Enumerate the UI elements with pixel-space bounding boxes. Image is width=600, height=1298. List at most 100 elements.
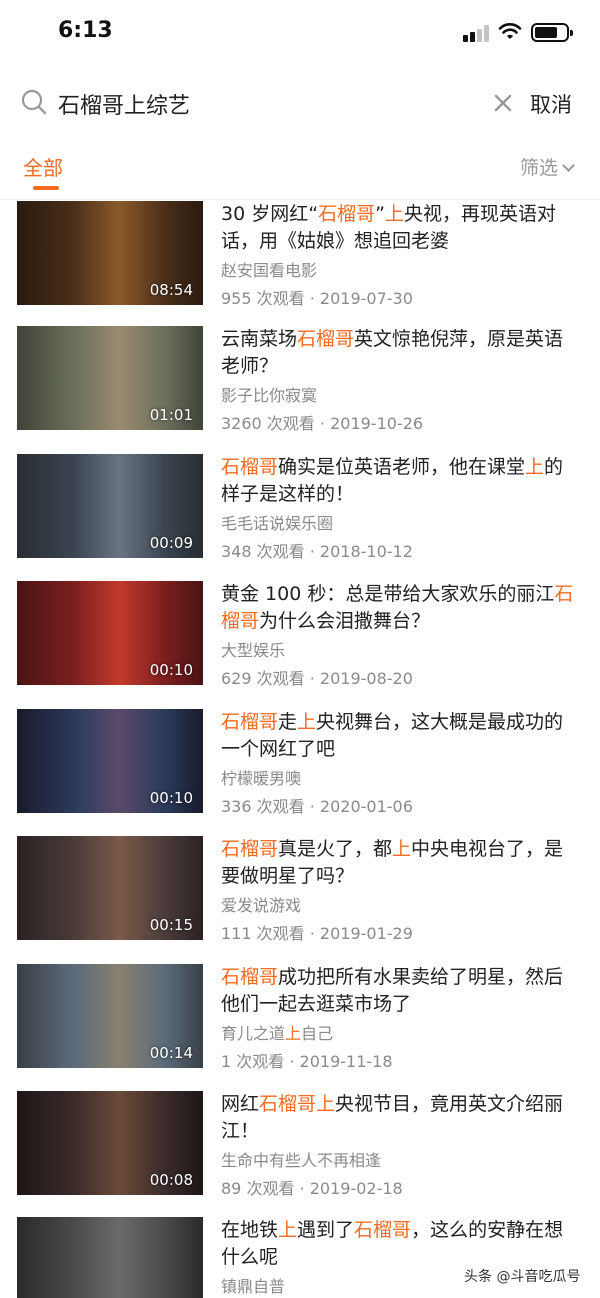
search-input[interactable]	[58, 86, 478, 122]
meta-separator: ·	[284, 1052, 300, 1071]
filter-button[interactable]: 筛选	[520, 153, 575, 180]
plain-text: 为什么会泪撒舞台？	[259, 610, 431, 632]
view-count: 3260 次观看	[221, 414, 315, 433]
status-bar: 6:13	[0, 0, 600, 64]
video-thumbnail[interactable]: 00:08	[17, 1091, 203, 1195]
view-count: 955 次观看	[221, 289, 305, 308]
highlight-text: 上	[525, 456, 545, 478]
video-author[interactable]: 爱发说游戏	[221, 892, 301, 916]
video-thumbnail[interactable]: 00:14	[17, 964, 203, 1068]
highlight-text: 石榴哥	[221, 456, 279, 478]
watermark: 头条 @斗音吃瓜号	[460, 1266, 585, 1286]
video-meta: 955 次观看 · 2019-07-30	[221, 285, 413, 309]
highlight-text: 上	[384, 203, 404, 225]
video-author[interactable]: 毛毛话说娱乐圈	[221, 510, 333, 534]
plain-text: 黄金 100 秒：总是带给大家欢乐的丽江	[221, 583, 555, 605]
video-title[interactable]: 石榴哥走上央视舞台，这大概是最成功的一个网红了吧	[221, 709, 581, 763]
result-item[interactable]: 00:14 石榴哥成功把所有水果卖给了明星，然后他们一起去逛菜市场了 育儿之道上自己…	[0, 964, 600, 1092]
video-title[interactable]: 云南菜场石榴哥英文惊艳倪萍，原是英语老师？	[221, 326, 581, 380]
meta-separator: ·	[304, 542, 320, 561]
publish-date: 2019-08-20	[319, 669, 413, 688]
highlight-text: 石榴哥	[221, 838, 279, 860]
battery-icon	[531, 23, 573, 42]
video-meta: 629 次观看 · 2019-08-20	[221, 665, 413, 689]
video-title[interactable]: 在地铁上遇到了石榴哥，这么的安静在想什么呢	[221, 1217, 581, 1271]
video-duration: 00:09	[149, 534, 193, 552]
result-item[interactable]: 01:01 云南菜场石榴哥英文惊艳倪萍，原是英语老师？ 影子比你寂寞 3260 次观看…	[0, 326, 600, 454]
video-thumbnail[interactable]	[17, 1217, 203, 1298]
chevron-down-icon	[562, 159, 575, 172]
result-item[interactable]: 00:15 石榴哥真是火了，都上中央电视台了，是要做明星了吗？ 爱发说游戏 111 次…	[0, 836, 600, 964]
video-thumbnail[interactable]: 00:10	[17, 709, 203, 813]
results-list: 08:54 30 岁网红“石榴哥”上央视，再现英语对话，用《姑娘》想追回老婆 赵安国…	[0, 201, 600, 1298]
plain-text: 育儿之道	[221, 1024, 286, 1043]
highlight-text: 上	[392, 838, 412, 860]
meta-separator: ·	[294, 1179, 310, 1198]
video-title[interactable]: 石榴哥确实是位英语老师，他在课堂上的样子是这样的！	[221, 454, 581, 508]
plain-text: 走	[278, 711, 298, 733]
video-meta: 1 次观看 · 2019-11-18	[221, 1048, 393, 1072]
search-icon	[21, 89, 47, 115]
video-duration: 00:15	[149, 916, 193, 934]
video-author[interactable]: 育儿之道上自己	[221, 1020, 333, 1044]
video-author[interactable]: 生命中有些人不再相逢	[221, 1147, 381, 1171]
video-author[interactable]: 影子比你寂寞	[221, 382, 317, 406]
plain-text: 在地铁	[221, 1219, 279, 1241]
plain-text: 网红	[221, 1093, 260, 1115]
result-item[interactable]: 00:08 网红石榴哥上央视节目，竟用英文介绍丽江！ 生命中有些人不再相逢 89 次观…	[0, 1091, 600, 1219]
video-duration: 00:10	[149, 661, 193, 679]
result-item[interactable]: 00:09 石榴哥确实是位英语老师，他在课堂上的样子是这样的！ 毛毛话说娱乐圈 348…	[0, 454, 600, 582]
video-thumbnail[interactable]: 00:09	[17, 454, 203, 558]
plain-text: 30 岁网红“	[221, 203, 319, 225]
video-thumbnail[interactable]: 01:01	[17, 326, 203, 430]
tab-all[interactable]: 全部	[23, 152, 63, 181]
search-bar: 取消	[0, 80, 600, 128]
meta-separator: ·	[304, 797, 320, 816]
filter-label: 筛选	[520, 157, 559, 179]
video-author[interactable]: 赵安国看电影	[221, 257, 317, 281]
tab-indicator	[33, 186, 59, 190]
meta-separator: ·	[314, 414, 331, 433]
video-meta: 3260 次观看 · 2019-10-26	[221, 410, 423, 434]
video-title[interactable]: 网红石榴哥上央视节目，竟用英文介绍丽江！	[221, 1091, 581, 1145]
highlight-text: 上	[297, 711, 317, 733]
video-author[interactable]: 大型娱乐	[221, 637, 285, 661]
cancel-button[interactable]: 取消	[530, 89, 572, 119]
video-author[interactable]: 柠檬暖男噢	[221, 765, 301, 789]
video-meta: 111 次观看 · 2019-01-29	[221, 920, 413, 944]
video-thumbnail[interactable]: 00:15	[17, 836, 203, 940]
publish-date: 2019-11-18	[299, 1052, 393, 1071]
highlight-text: 上	[285, 1024, 302, 1043]
plain-text: 遇到了	[297, 1219, 355, 1241]
video-title[interactable]: 黄金 100 秒：总是带给大家欢乐的丽江石榴哥为什么会泪撒舞台？	[221, 581, 581, 635]
video-duration: 01:01	[149, 406, 193, 424]
result-item[interactable]: 00:10 石榴哥走上央视舞台，这大概是最成功的一个网红了吧 柠檬暖男噢 336 次观…	[0, 709, 600, 837]
meta-separator: ·	[304, 669, 320, 688]
view-count: 629 次观看	[221, 669, 305, 688]
video-thumbnail[interactable]: 08:54	[17, 201, 203, 305]
tab-bar: 全部 筛选	[0, 140, 600, 200]
video-title[interactable]: 石榴哥真是火了，都上中央电视台了，是要做明星了吗？	[221, 836, 581, 890]
plain-text: 自己	[301, 1024, 334, 1043]
meta-separator: ·	[304, 289, 320, 308]
video-thumbnail[interactable]: 00:10	[17, 581, 203, 685]
video-duration: 00:08	[149, 1171, 193, 1189]
video-title[interactable]: 30 岁网红“石榴哥”上央视，再现英语对话，用《姑娘》想追回老婆	[221, 201, 581, 255]
meta-separator: ·	[304, 924, 320, 943]
video-duration: 00:10	[149, 789, 193, 807]
plain-text: 确实是位英语老师，他在课堂	[278, 456, 526, 478]
clear-icon[interactable]	[492, 92, 514, 114]
video-duration: 00:14	[149, 1044, 193, 1062]
publish-date: 2019-02-18	[309, 1179, 403, 1198]
highlight-text: 石榴哥	[221, 966, 279, 988]
highlight-text: 石榴哥	[318, 203, 376, 225]
video-meta: 89 次观看 · 2019-02-18	[221, 1175, 403, 1199]
publish-date: 2019-10-26	[330, 414, 424, 433]
plain-text: ”	[375, 203, 385, 225]
highlight-text: 石榴哥	[297, 328, 355, 350]
video-author[interactable]: 镇鼎自普	[221, 1273, 285, 1297]
result-item[interactable]: 00:10 黄金 100 秒：总是带给大家欢乐的丽江石榴哥为什么会泪撒舞台？ 大型娱…	[0, 581, 600, 709]
plain-text: 真是火了，都	[278, 838, 393, 860]
result-item[interactable]: 08:54 30 岁网红“石榴哥”上央视，再现英语对话，用《姑娘》想追回老婆 赵安国…	[0, 201, 600, 329]
video-title[interactable]: 石榴哥成功把所有水果卖给了明星，然后他们一起去逛菜市场了	[221, 964, 581, 1018]
